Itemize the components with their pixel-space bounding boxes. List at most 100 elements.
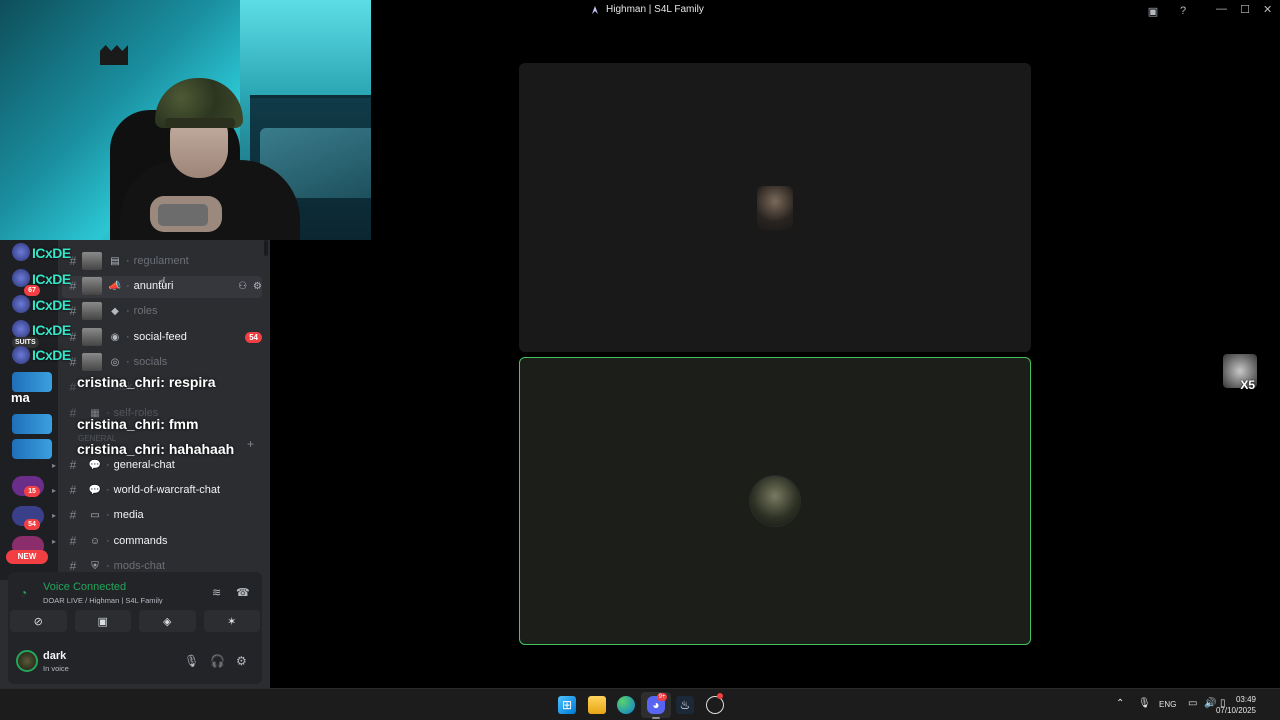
system-clock[interactable]: 03:49 07/10/2025	[1216, 694, 1256, 716]
chat-overlay-line: cristina_chri: hahahaah	[77, 441, 235, 457]
side-participant-avatar[interactable]: X5	[1223, 354, 1257, 392]
hash-icon: #	[69, 508, 77, 522]
network-icon[interactable]: ▭	[1188, 698, 1197, 709]
channel-roles[interactable]: # ◆ · roles	[66, 300, 262, 322]
chat-overlay-line: cristina_chri: respira	[77, 374, 216, 390]
hash-icon: #	[69, 458, 77, 472]
overlay-user-name: ICxDE	[32, 271, 71, 287]
hash-icon: #	[69, 254, 77, 268]
webcam-overlay	[0, 0, 371, 240]
channel-world-of-warcraft-chat[interactable]: # 💬 · world-of-warcraft-chat	[66, 479, 262, 501]
noise-suppression-icon[interactable]: ≋	[212, 586, 221, 599]
channel-media[interactable]: # ▭ · media	[66, 504, 262, 526]
window-title: Highman | S4L Family	[590, 4, 704, 15]
webcam-cap-brim	[165, 118, 235, 128]
server-badge: 67	[24, 285, 40, 296]
webcam-phone	[158, 204, 208, 226]
chat-overlay-badge	[12, 372, 52, 392]
speech-bubble-icon: 💬	[88, 484, 102, 496]
channel-general-chat[interactable]: # 💬 · general-chat	[66, 454, 262, 476]
participant-count-badge: X5	[1240, 378, 1255, 392]
server-badge: 54	[24, 519, 40, 530]
channel-avatar	[82, 302, 102, 320]
overlay-user-name: ICxDE	[32, 347, 71, 363]
microphone-icon[interactable]: 🎙	[184, 654, 199, 668]
screen-share-button[interactable]: ▣	[74, 610, 131, 632]
participant-tile-speaking[interactable]	[519, 357, 1031, 645]
discord-notification-badge: 9+	[657, 693, 667, 701]
disconnect-icon[interactable]: ☎	[236, 586, 250, 599]
avatar[interactable]	[16, 650, 38, 672]
username[interactable]: dark	[43, 650, 66, 662]
overlay-user-name: ICxDE	[32, 322, 71, 338]
overlay-user-avatar	[12, 320, 30, 338]
windows-start-icon[interactable]: ⊞	[558, 696, 576, 714]
chat-overlay-line: cristina_chri: fmm	[77, 416, 199, 432]
channel-regulament[interactable]: # ▤ · regulament	[66, 250, 262, 272]
robot-icon: ☺	[89, 535, 101, 547]
help-icon[interactable]: ?	[1175, 3, 1191, 19]
window-title-text: Highman | S4L Family	[606, 4, 704, 15]
hash-icon: #	[69, 483, 77, 497]
mouse-cursor-icon: ☝	[158, 274, 167, 290]
soundboard-button[interactable]: ✶	[203, 610, 260, 632]
participant-tile[interactable]	[519, 63, 1031, 352]
clock-date: 07/10/2025	[1215, 706, 1256, 715]
hash-icon: #	[69, 534, 77, 548]
headphones-icon[interactable]: 🎧	[210, 654, 225, 668]
speech-bubble-icon: 💬	[88, 459, 102, 471]
activities-button[interactable]: ◈	[139, 610, 196, 632]
chevron-up-icon[interactable]: ⌃	[1116, 698, 1124, 709]
channel-actions: ⚇ ⚙	[238, 281, 262, 292]
file-explorer-icon[interactable]	[588, 696, 606, 714]
overlay-user-name: ICxDE	[32, 245, 71, 261]
steam-icon[interactable]: ♨	[676, 696, 694, 714]
server-badge: 15	[24, 486, 40, 497]
sidebar-scrollbar[interactable]	[264, 240, 268, 256]
hash-icon: #	[69, 279, 77, 293]
clock-time: 03:49	[1235, 695, 1256, 704]
chevron-right-icon: ▸	[52, 511, 57, 520]
channel-avatar	[82, 252, 102, 270]
signal-icon[interactable]: ◔	[20, 586, 27, 600]
gear-icon[interactable]: ⚙	[253, 281, 262, 292]
overlay-user-name: ICxDE	[32, 297, 71, 313]
active-indicator	[652, 717, 660, 719]
close-button[interactable]: ✕	[1263, 3, 1272, 16]
voice-buttons: ⊘ ▣ ◈ ✶	[8, 610, 262, 642]
user-status: In voice	[43, 664, 69, 673]
windows-taskbar: ⊞ ◕ 9+ ♨ ⌃ 🎙 ENG ▭ 🔊 ▯ 03:49 07/10/2025	[0, 688, 1280, 720]
volume-icon[interactable]: 🔊	[1204, 698, 1216, 709]
channel-social-feed[interactable]: # ◉ · social-feed 54	[66, 326, 262, 348]
new-servers-pill[interactable]: NEW	[6, 550, 48, 564]
gear-icon[interactable]: ⚙	[236, 654, 247, 668]
megaphone-icon: 📣	[108, 280, 122, 292]
channel-sidebar: ICxDE ICxDE 67 ICxDE ICxDE SUITS ICxDE #…	[0, 240, 270, 688]
user-panel: dark In voice 🎙 🎧 ⚙	[8, 640, 262, 684]
maximize-button[interactable]: ☐	[1240, 3, 1250, 16]
voice-status[interactable]: Voice Connected	[43, 581, 126, 593]
channel-avatar	[82, 328, 102, 346]
minimize-button[interactable]: —	[1216, 3, 1227, 15]
chat-overlay-badge	[12, 439, 52, 459]
chat-overlay-fragment: ma	[11, 390, 30, 405]
add-member-icon[interactable]: ⚇	[238, 281, 247, 292]
add-channel-icon[interactable]: +	[247, 437, 254, 451]
microphone-tray-icon[interactable]: 🎙	[1138, 698, 1151, 709]
language-indicator[interactable]: ENG	[1159, 700, 1176, 709]
edge-browser-icon[interactable]	[617, 696, 635, 714]
feed-icon: ◉	[110, 331, 120, 343]
notification-dot	[717, 693, 723, 699]
shield-icon: ⛨	[91, 560, 99, 572]
inbox-icon[interactable]: ▣	[1145, 3, 1161, 19]
channel-avatar	[82, 277, 102, 295]
camera-off-button[interactable]: ⊘	[10, 610, 67, 632]
overlay-user-avatar	[12, 295, 30, 313]
channel-socials[interactable]: # ◎ · socials	[66, 351, 262, 373]
roles-icon: ◆	[111, 305, 119, 317]
rules-icon: ▤	[110, 255, 120, 267]
channel-commands[interactable]: # ☺ · commands	[66, 530, 262, 552]
server-logo-icon	[592, 5, 598, 14]
participant-avatar	[757, 185, 793, 230]
film-icon: ▭	[90, 509, 100, 521]
